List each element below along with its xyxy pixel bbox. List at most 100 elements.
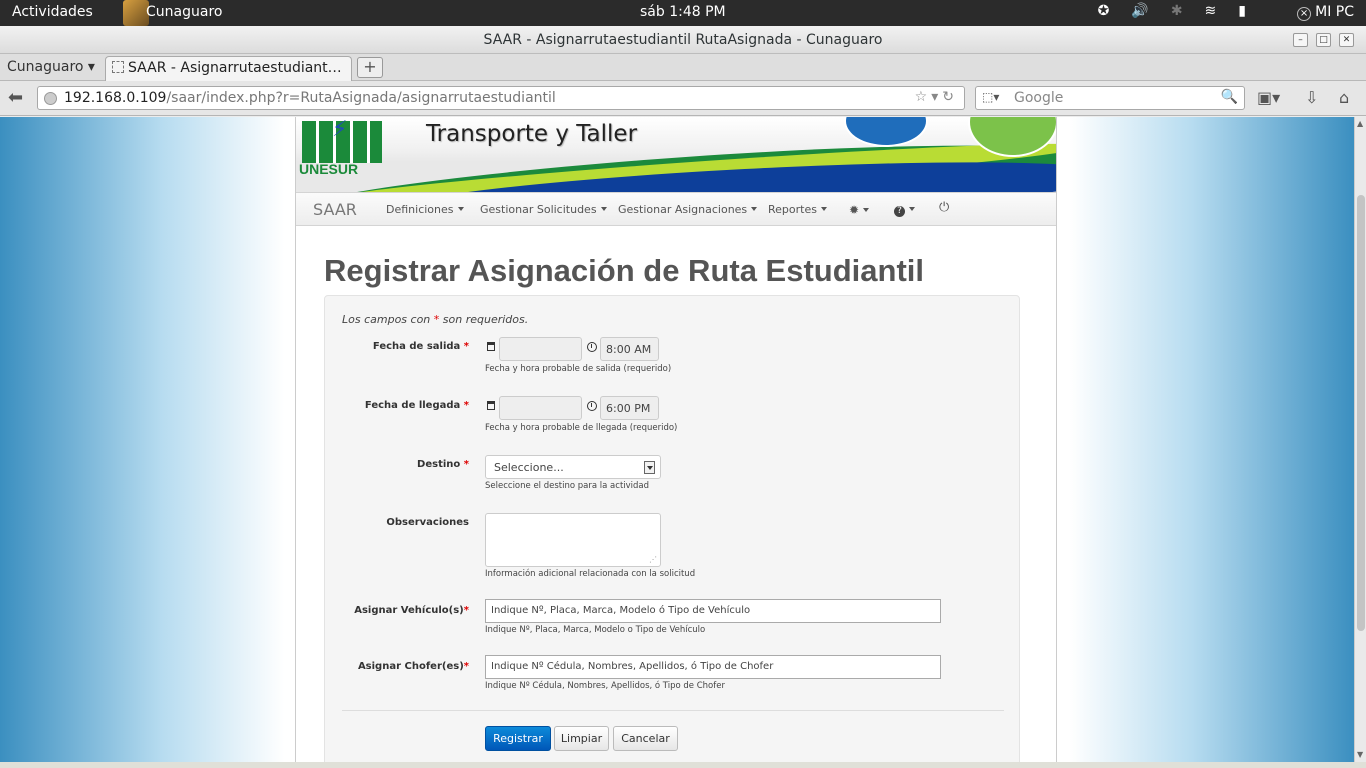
gnome-top-bar: Actividades Cunaguaro sáb 1:48 PM ✪ 🔊 ✱ … [0, 0, 1366, 26]
nav-reportes[interactable]: Reportes [768, 203, 827, 216]
vertical-scrollbar[interactable]: ▲ ▼ [1354, 117, 1366, 762]
nav-gestionar-asignaciones[interactable]: Gestionar Asignaciones [618, 203, 758, 216]
fecha-salida-date-input[interactable] [499, 337, 582, 361]
url-bar[interactable]: 192.168.0.109/saar/index.php?r=RutaAsign… [37, 86, 965, 110]
caret-down-icon [457, 207, 464, 211]
app-menu-label[interactable]: Cunaguaro [146, 4, 222, 20]
fecha-llegada-date-input[interactable] [499, 396, 582, 420]
vehiculos-input[interactable]: Indique Nº, Placa, Marca, Modelo ó Tipo … [485, 599, 941, 623]
observaciones-label: Observaciones [386, 517, 469, 528]
history-dropdown-icon[interactable]: ▾ [931, 89, 942, 105]
nav-settings[interactable]: ✹ [849, 203, 870, 217]
calendar-icon[interactable] [487, 401, 495, 410]
new-tab-button[interactable]: + [357, 57, 383, 78]
user-status-icon: × [1297, 7, 1312, 21]
scroll-up-icon[interactable]: ▲ [1357, 119, 1363, 128]
battery-icon[interactable]: ▮ [1238, 3, 1246, 19]
search-engine-icon[interactable]: ⬚▾ [982, 90, 999, 104]
accessibility-icon[interactable]: ✪ [1098, 3, 1110, 19]
tab-active[interactable]: SAAR - Asignarrutaestudiant… [105, 56, 352, 81]
destino-label: Destino * [341, 459, 469, 470]
fecha-salida-time-input[interactable]: 8:00 AM [600, 337, 659, 361]
user-menu[interactable]: × MI PC [1297, 4, 1354, 21]
cancelar-button[interactable]: Cancelar [613, 726, 678, 751]
fecha-llegada-time-input[interactable]: 6:00 PM [600, 396, 659, 420]
required-star: * [463, 605, 469, 616]
required-fields-note: Los campos con * son requeridos. [342, 313, 528, 326]
bookmarks-icon[interactable]: ▣▾ [1257, 88, 1280, 107]
observaciones-textarea[interactable]: ⋰ [485, 513, 661, 567]
maximize-button[interactable]: □ [1316, 33, 1331, 47]
page-favicon-icon [112, 61, 124, 73]
activities-button[interactable]: Actividades [12, 4, 93, 20]
destino-help: Seleccione el destino para la actividad [485, 481, 650, 491]
required-star: * [463, 459, 469, 470]
choferes-input[interactable]: Indique Nº Cédula, Nombres, Apellidos, ó… [485, 655, 941, 679]
fecha-llegada-help: Fecha y hora probable de llegada (requer… [485, 423, 678, 433]
downloads-icon[interactable]: ⇩ [1305, 88, 1318, 107]
search-icon[interactable]: 🔍 [1221, 89, 1238, 105]
fecha-salida-label: Fecha de salida * [341, 341, 469, 352]
window-titlebar: SAAR - Asignarrutaestudiantil RutaAsigna… [0, 26, 1366, 54]
wifi-icon[interactable]: ≋ [1205, 3, 1217, 19]
window-title: SAAR - Asignarrutaestudiantil RutaAsigna… [483, 32, 883, 48]
registrar-button[interactable]: Registrar [485, 726, 551, 751]
url-host: 192.168.0.109 [64, 90, 167, 106]
destino-select[interactable]: Seleccione... [485, 455, 661, 479]
emblem-blue [844, 117, 928, 147]
caret-down-icon [600, 207, 607, 211]
vehiculos-label: Asignar Vehículo(s)* [341, 605, 469, 616]
nav-help[interactable]: ? [894, 203, 915, 217]
fecha-salida-help: Fecha y hora probable de salida (requeri… [485, 364, 672, 374]
label-text: Asignar Vehículo(s) [354, 605, 464, 616]
nav-gestionar-solicitudes[interactable]: Gestionar Solicitudes [480, 203, 607, 216]
limpiar-button[interactable]: Limpiar [554, 726, 609, 751]
required-star: * [463, 661, 469, 672]
back-arrow-icon[interactable]: ⬅ [8, 87, 23, 108]
label-text: Destino [417, 459, 461, 470]
vehiculos-help: Indique Nº, Placa, Marca, Modelo o Tipo … [485, 625, 706, 635]
reload-icon[interactable]: ↻ [942, 89, 958, 105]
form-divider [342, 710, 1004, 711]
navbar-brand[interactable]: SAAR [313, 200, 357, 219]
nav-label: Definiciones [386, 203, 454, 216]
resize-grip-icon[interactable]: ⋰ [649, 555, 657, 564]
note-prefix: Los campos con [342, 313, 434, 326]
caret-down-icon [820, 207, 827, 211]
minimize-button[interactable]: – [1293, 33, 1308, 47]
volume-icon[interactable]: 🔊 [1131, 3, 1148, 19]
nav-definiciones[interactable]: Definiciones [386, 203, 464, 216]
site-identity-icon[interactable] [44, 92, 57, 105]
clock[interactable]: sáb 1:48 PM [640, 4, 726, 20]
caret-down-icon [909, 207, 915, 211]
power-off-icon[interactable]: ⏻ [939, 200, 949, 215]
caret-down-icon [751, 207, 758, 211]
search-bar[interactable]: ⬚▾ Google 🔍 [975, 86, 1245, 110]
clock-icon[interactable] [587, 401, 597, 411]
tab-title: SAAR - Asignarrutaestudiant… [128, 60, 342, 76]
nav-label: Gestionar Asignaciones [618, 203, 748, 216]
clock-icon[interactable] [587, 342, 597, 352]
dropdown-arrow-icon[interactable] [644, 461, 655, 474]
scrollbar-thumb[interactable] [1357, 195, 1365, 631]
close-button[interactable]: ✕ [1339, 33, 1354, 47]
question-circle-icon: ? [894, 206, 905, 217]
bookmark-star-icon[interactable]: ☆ [915, 89, 932, 105]
assignment-form: Los campos con * son requeridos. Fecha d… [324, 295, 1020, 762]
bluetooth-icon[interactable]: ✱ [1171, 3, 1183, 19]
home-icon[interactable]: ⌂ [1339, 88, 1349, 107]
scroll-down-icon[interactable]: ▼ [1357, 750, 1363, 759]
choferes-label: Asignar Chofer(es)* [341, 661, 469, 672]
lightning-bolt-icon: ⚡ [332, 117, 348, 142]
label-text: Fecha de llegada [364, 400, 461, 411]
browser-app-menu[interactable]: Cunaguaro ▾ [7, 59, 95, 75]
logo-text: UNESUR [299, 161, 359, 177]
main-navbar: SAAR Definiciones Gestionar Solicitudes … [296, 192, 1056, 226]
status-strip [0, 762, 1366, 768]
navigation-toolbar: ⬅ 192.168.0.109/saar/index.php?r=RutaAsi… [0, 81, 1366, 116]
observaciones-help: Información adicional relacionada con la… [485, 569, 696, 579]
calendar-icon[interactable] [487, 342, 495, 351]
caret-down-icon [863, 208, 870, 212]
page-container: ⚡ UNESUR Transporte y Taller SAAR Defini… [295, 117, 1057, 762]
system-tray: ✪ 🔊 ✱ ≋ ▮ [1098, 3, 1246, 19]
